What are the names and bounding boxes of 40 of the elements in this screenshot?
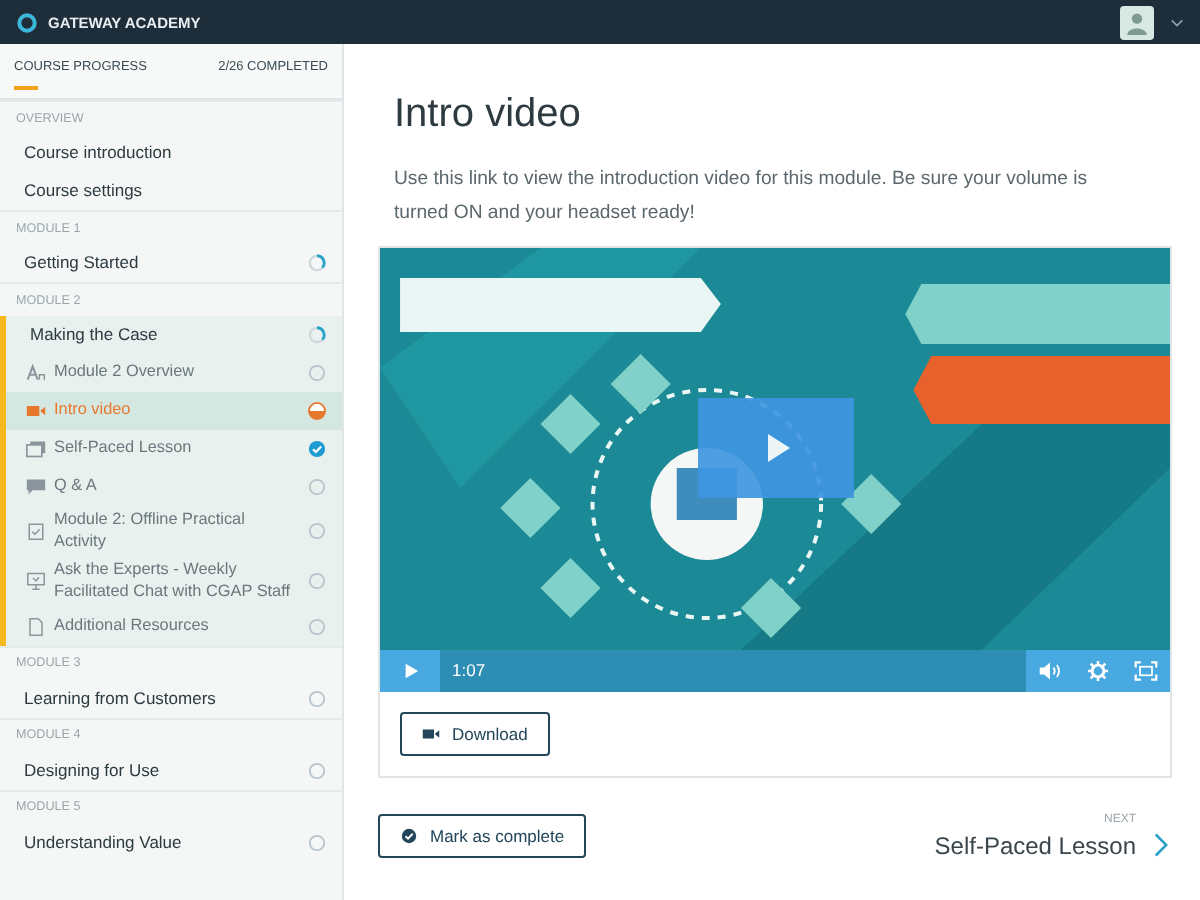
video-camera-icon [26, 402, 46, 420]
lesson-item[interactable]: Module 2: Offline Practical Activity [6, 506, 342, 557]
clipboard-check-icon [26, 522, 46, 541]
video-time: 1:07 [452, 660, 486, 681]
presentation-screen-icon [26, 572, 46, 591]
slides-icon [26, 440, 46, 458]
person-icon [1124, 9, 1150, 35]
avatar-button[interactable] [1120, 5, 1154, 39]
lesson-item[interactable]: Ask the Experts - Weekly Facilitated Chat with CGAP Staff [6, 556, 342, 608]
lesson-item[interactable]: Self-Paced Lesson [6, 430, 342, 468]
course-item[interactable]: Course introduction [0, 134, 342, 172]
play-button[interactable] [380, 649, 440, 692]
volume-icon [1038, 659, 1062, 682]
course-item[interactable]: Making the Case [6, 316, 342, 354]
video-camera-icon [422, 725, 440, 742]
speech-bubble-icon [26, 478, 46, 496]
volume-button[interactable] [1026, 649, 1074, 692]
download-button[interactable]: Download [400, 711, 550, 756]
next-lesson-link[interactable]: Self-Paced Lesson [934, 831, 1136, 860]
course-item[interactable]: Learning from Customers [0, 679, 342, 718]
chevron-right-icon[interactable] [1154, 831, 1168, 858]
check-circle-icon [400, 828, 418, 845]
play-icon [401, 661, 419, 680]
course-item[interactable]: Getting Started [0, 244, 342, 282]
course-item[interactable]: Course settings [0, 172, 342, 210]
chevron-down-icon[interactable] [1170, 17, 1184, 27]
description-text: Use this link to view the introduction video for this module. Be sure your volume is turned ON and your headset ready! [394, 166, 1090, 228]
ring-logo-icon [16, 11, 38, 33]
fullscreen-button[interactable] [1122, 649, 1170, 692]
lesson-item[interactable]: Module 2 Overview [6, 354, 342, 392]
lesson-item[interactable]: Additional Resources [6, 607, 342, 646]
page-title: Intro video [394, 92, 583, 138]
mark-complete-button[interactable]: Mark as complete [378, 814, 587, 859]
document-icon [26, 617, 46, 636]
lesson-item[interactable]: Q & A [6, 468, 342, 506]
course-item[interactable]: Understanding Value [0, 823, 342, 862]
settings-icon [1086, 659, 1110, 682]
fullscreen-icon [1134, 659, 1158, 682]
text-format-icon [26, 364, 46, 382]
course-item[interactable]: Designing for Use [0, 751, 342, 790]
